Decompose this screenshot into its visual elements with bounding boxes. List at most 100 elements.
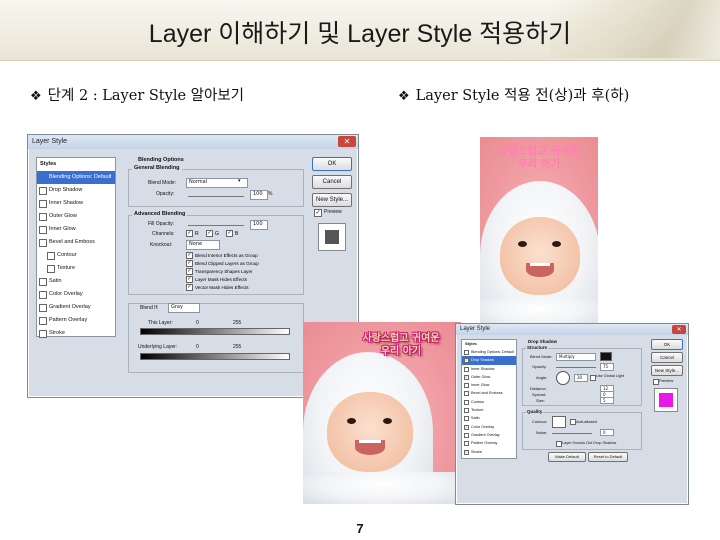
angle-input[interactable]: 30 — [574, 374, 588, 382]
channel-checkbox[interactable]: ✓ G — [206, 230, 219, 237]
style-item[interactable]: Satin — [462, 414, 516, 422]
style-item[interactable]: ✓ Outer Glow — [462, 373, 516, 381]
close-icon[interactable]: ✕ — [338, 136, 356, 147]
advanced-option[interactable]: ✓ Transparency Shapes Layer — [186, 268, 298, 276]
style-checkbox[interactable]: ✓ — [464, 358, 469, 364]
this-layer-gradient-slider[interactable] — [140, 328, 290, 335]
style-checkbox[interactable] — [39, 213, 47, 221]
style-item[interactable]: Inner Glow — [462, 381, 516, 389]
style-item[interactable]: Drop Shadow — [37, 184, 115, 197]
style-checkbox[interactable] — [464, 416, 469, 422]
style-checkbox[interactable] — [464, 399, 469, 405]
style-checkbox[interactable] — [39, 239, 47, 247]
towel-body — [303, 472, 461, 504]
new-style-button[interactable]: New Style... — [651, 365, 683, 376]
style-item[interactable]: ✓ Stroke — [462, 448, 516, 456]
blend-mode-select[interactable]: Multiply — [556, 353, 596, 361]
preview-checkbox[interactable]: ✓ — [314, 209, 322, 217]
style-checkbox[interactable]: ✓ — [464, 424, 469, 430]
style-checkbox[interactable]: ✓ — [464, 449, 469, 455]
ok-button[interactable]: OK — [312, 157, 352, 171]
shadow-color-swatch[interactable] — [600, 352, 612, 361]
style-item[interactable]: Blending Options: Default — [37, 171, 115, 184]
caption-line-2: 우리 아기 — [380, 346, 422, 357]
structure-title: Structure — [526, 345, 549, 350]
style-checkbox[interactable] — [464, 432, 469, 438]
global-light-label: Use Global Light — [596, 374, 625, 378]
style-checkbox[interactable] — [39, 317, 47, 325]
style-checkbox[interactable] — [464, 366, 469, 372]
reset-default-button[interactable]: Reset to Default — [588, 452, 628, 462]
make-default-button[interactable]: Make Default — [548, 452, 586, 462]
style-item[interactable]: Stroke — [37, 327, 115, 340]
style-item[interactable]: Texture — [462, 406, 516, 414]
advanced-option[interactable]: ✓ Blend Clipped Layers as Group — [186, 260, 298, 268]
style-checkbox[interactable] — [39, 278, 47, 286]
teeth — [359, 440, 381, 443]
style-item[interactable]: Bevel and Emboss — [462, 389, 516, 397]
style-item[interactable]: Satin — [37, 275, 115, 288]
opacity-input[interactable]: 75 — [600, 363, 614, 371]
style-checkbox[interactable] — [464, 391, 469, 397]
noise-input[interactable]: 0 — [600, 429, 614, 436]
style-item[interactable]: ✓ Color Overlay — [462, 423, 516, 431]
blend-if-select[interactable]: Gray — [168, 303, 200, 313]
advanced-option[interactable]: ✓ Vector Mask Hides Effects — [186, 284, 298, 292]
cancel-button[interactable]: Cancel — [651, 352, 683, 363]
style-item[interactable]: Blending Options: Default — [462, 348, 516, 356]
advanced-option[interactable]: ✓ Blend Interior Effects as Group — [186, 252, 298, 260]
style-item[interactable]: Outer Glow — [37, 210, 115, 223]
blend-if-label: Blend If: — [140, 305, 159, 311]
style-checkbox[interactable] — [39, 187, 47, 195]
angle-dial[interactable] — [556, 371, 570, 385]
style-item[interactable]: ✓ Drop Shadow — [462, 356, 516, 365]
new-style-button[interactable]: New Style... — [312, 193, 352, 207]
fill-opacity-input[interactable]: 100 — [250, 220, 268, 230]
advanced-option[interactable]: ✓ Layer Mask Hides Effects — [186, 276, 298, 284]
style-checkbox[interactable] — [39, 226, 47, 234]
style-item[interactable]: Contour — [462, 398, 516, 406]
contour-picker[interactable] — [552, 416, 566, 428]
style-item[interactable]: Texture — [37, 262, 115, 275]
style-item[interactable]: Pattern Overlay — [37, 314, 115, 327]
size-input[interactable]: 5 — [600, 397, 614, 404]
style-item[interactable]: Gradient Overlay — [37, 301, 115, 314]
style-item[interactable]: Pattern Overlay — [462, 439, 516, 447]
style-item[interactable]: Inner Shadow — [462, 365, 516, 373]
contour-label: Contour: — [532, 419, 548, 424]
channels-label: Channels: — [152, 231, 175, 237]
style-checkbox[interactable] — [39, 200, 47, 208]
style-checkbox[interactable] — [47, 252, 55, 260]
cancel-button[interactable]: Cancel — [312, 175, 352, 189]
style-checkbox[interactable] — [39, 304, 47, 312]
photo-after-caption: 사랑스럽고 귀여운 우리 아기 — [343, 332, 459, 358]
advanced-option-label: Blend Interior Effects as Group — [195, 253, 258, 258]
style-checkbox[interactable] — [39, 291, 47, 299]
style-item[interactable]: Contour — [37, 249, 115, 262]
style-checkbox[interactable]: ✓ — [464, 374, 469, 380]
close-icon[interactable]: ✕ — [672, 325, 686, 334]
style-checkbox[interactable] — [464, 408, 469, 414]
style-checkbox[interactable] — [464, 383, 469, 389]
opacity-slider[interactable] — [188, 196, 244, 197]
knockout-select[interactable]: None — [186, 240, 220, 250]
opacity-slider[interactable] — [556, 367, 596, 368]
style-checkbox[interactable] — [47, 265, 55, 273]
style-checkbox[interactable] — [464, 441, 469, 447]
ok-button[interactable]: OK — [651, 339, 683, 350]
channel-checkbox[interactable]: ✓ R — [186, 230, 199, 237]
style-item[interactable]: Inner Glow — [37, 223, 115, 236]
advanced-option-label: Vector Mask Hides Effects — [195, 285, 249, 290]
opacity-input[interactable]: 100 — [250, 190, 268, 200]
style-item-label: Stroke — [49, 330, 65, 336]
channel-checkbox[interactable]: ✓ B — [226, 230, 238, 237]
style-item[interactable]: Gradient Overlay — [462, 431, 516, 439]
underlying-layer-gradient-slider[interactable] — [140, 353, 290, 360]
noise-slider[interactable] — [552, 433, 592, 434]
style-checkbox[interactable] — [39, 330, 47, 338]
fill-opacity-slider[interactable] — [188, 225, 244, 226]
style-item[interactable]: Bevel and Emboss — [37, 236, 115, 249]
style-item[interactable]: Inner Shadow — [37, 197, 115, 210]
style-item[interactable]: Color Overlay — [37, 288, 115, 301]
style-checkbox[interactable] — [464, 350, 469, 355]
